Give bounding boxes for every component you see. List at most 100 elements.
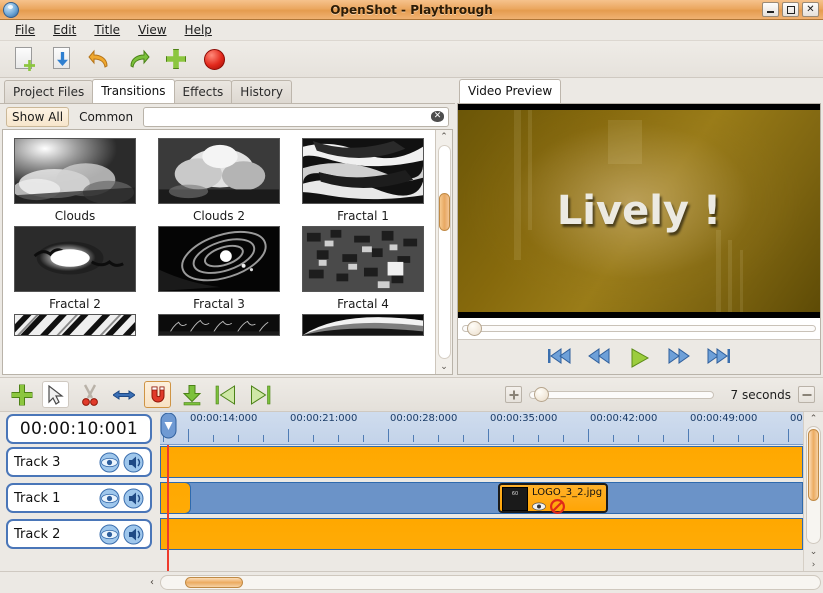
speaker-icon[interactable] xyxy=(123,488,144,509)
scroll-down-icon[interactable]: ⌄ xyxy=(436,360,453,374)
transition-item[interactable]: Fractal 4 xyxy=(299,226,427,311)
track-lane[interactable]: 60 LOGO_3_2.jpg xyxy=(160,482,803,514)
track-clip-fill[interactable] xyxy=(160,446,803,478)
fast-forward-button[interactable] xyxy=(666,348,692,366)
eye-icon[interactable] xyxy=(99,452,120,473)
previous-marker-button[interactable] xyxy=(212,381,239,408)
zoom-slider[interactable] xyxy=(529,391,714,399)
tab-video-preview[interactable]: Video Preview xyxy=(459,79,561,103)
track-header-inner[interactable]: Track 1 xyxy=(6,483,152,513)
menu-help[interactable]: Help xyxy=(176,21,221,39)
scroll-up-icon[interactable]: ⌃ xyxy=(810,412,818,425)
tab-history[interactable]: History xyxy=(231,80,292,103)
snapping-toggle-button[interactable] xyxy=(144,381,171,408)
scroll-up-icon[interactable]: ⌃ xyxy=(436,130,453,144)
export-video-button[interactable] xyxy=(200,45,228,73)
redo-button[interactable] xyxy=(124,45,152,73)
transition-label: Fractal 2 xyxy=(11,297,139,311)
menu-view[interactable]: View xyxy=(129,21,175,39)
video-surface[interactable]: Lively ! xyxy=(458,104,820,318)
undo-button[interactable] xyxy=(86,45,114,73)
chevron-left-icon[interactable]: ‹ xyxy=(150,577,154,588)
scroll-track[interactable] xyxy=(438,145,451,359)
maximize-button[interactable] xyxy=(782,2,799,17)
tab-project-files[interactable]: Project Files xyxy=(4,80,93,103)
transition-item[interactable] xyxy=(11,314,139,336)
resize-tool-button[interactable] xyxy=(110,381,137,408)
zoom-in-button[interactable] xyxy=(505,386,522,403)
scroll-thumb[interactable] xyxy=(439,193,450,231)
timeline-clip[interactable]: 60 LOGO_3_2.jpg xyxy=(498,483,608,513)
rewind-button[interactable] xyxy=(586,348,612,366)
timeline-horizontal-scrollbar[interactable]: ‹ xyxy=(0,571,823,593)
add-files-button[interactable] xyxy=(162,45,190,73)
transition-item[interactable]: Clouds xyxy=(11,138,139,223)
track-row: Track 3 xyxy=(0,445,803,479)
speaker-icon[interactable] xyxy=(123,524,144,545)
skip-to-end-button[interactable] xyxy=(706,348,732,366)
show-all-button[interactable]: Show All xyxy=(6,107,69,127)
transition-item[interactable]: Fractal 1 xyxy=(299,138,427,223)
tab-effects[interactable]: Effects xyxy=(174,80,233,103)
search-input[interactable] xyxy=(148,110,431,124)
ruler-tick-minor xyxy=(363,435,364,442)
transition-item[interactable]: Fractal 3 xyxy=(155,226,283,311)
play-button[interactable] xyxy=(626,348,652,366)
menu-edit[interactable]: Edit xyxy=(44,21,85,39)
ruler-tick-major xyxy=(588,429,589,442)
seek-slider[interactable] xyxy=(462,325,816,332)
speaker-icon[interactable] xyxy=(123,452,144,473)
razor-tool-button[interactable] xyxy=(76,381,103,408)
track-header-inner[interactable]: Track 2 xyxy=(6,519,152,549)
track-name-label: Track 3 xyxy=(14,455,96,470)
scroll-track[interactable] xyxy=(806,426,821,544)
timeline-ruler[interactable]: 00:00:14:000 00:00:21:000 00:00:28:000 0… xyxy=(160,412,803,445)
track-header-inner[interactable]: Track 3 xyxy=(6,447,152,477)
zoom-out-button[interactable] xyxy=(798,386,815,403)
zoom-slider-handle[interactable] xyxy=(534,387,549,402)
hscroll-thumb[interactable] xyxy=(185,577,243,588)
track-clip-start[interactable] xyxy=(160,482,191,514)
tab-transitions[interactable]: Transitions xyxy=(92,79,174,103)
transition-item[interactable]: Fractal 2 xyxy=(11,226,139,311)
seek-handle[interactable] xyxy=(467,321,482,336)
track-selected-region[interactable] xyxy=(160,482,803,514)
new-project-button[interactable] xyxy=(10,45,38,73)
open-project-button[interactable] xyxy=(48,45,76,73)
track-clip-fill[interactable] xyxy=(160,518,803,550)
scroll-right-icon[interactable]: › xyxy=(812,558,816,571)
hscroll-track[interactable] xyxy=(160,575,821,590)
menu-title[interactable]: Title xyxy=(85,21,129,39)
hscroll-left-arrow[interactable]: ‹ xyxy=(0,577,160,588)
minimize-button[interactable] xyxy=(762,2,779,17)
timeline-vertical-scrollbar[interactable]: ⌃ ⌄ › xyxy=(803,412,823,571)
scroll-down-icon[interactable]: ⌄ xyxy=(810,545,818,558)
playhead-handle[interactable] xyxy=(160,413,177,441)
track-row: Track 1 60 LOGO_3_2 xyxy=(0,481,803,515)
track-lane[interactable] xyxy=(160,446,803,478)
scroll-thumb[interactable] xyxy=(808,429,819,501)
window-title: OpenShot - Playthrough xyxy=(0,3,823,17)
track-lane[interactable] xyxy=(160,518,803,550)
eye-icon[interactable] xyxy=(99,524,120,545)
menu-file[interactable]: File xyxy=(6,21,44,39)
transition-item[interactable]: Clouds 2 xyxy=(155,138,283,223)
transition-item[interactable] xyxy=(155,314,283,336)
close-button[interactable]: ✕ xyxy=(802,2,819,17)
library-vertical-scrollbar[interactable]: ⌃ ⌄ xyxy=(435,130,452,374)
timecode-display[interactable]: 00:00:10:001 xyxy=(6,414,152,444)
search-box[interactable]: ✕ xyxy=(143,107,449,127)
no-audio-icon[interactable] xyxy=(550,499,565,514)
next-marker-button[interactable] xyxy=(246,381,273,408)
eye-icon[interactable] xyxy=(532,502,546,511)
ruler-tick-minor xyxy=(238,435,239,442)
clear-x-icon[interactable]: ✕ xyxy=(431,111,444,122)
transition-item[interactable] xyxy=(299,314,427,336)
add-track-button[interactable] xyxy=(8,381,35,408)
common-button[interactable]: Common xyxy=(73,107,139,127)
eye-icon[interactable] xyxy=(99,488,120,509)
skip-to-start-button[interactable] xyxy=(546,348,572,366)
add-marker-button[interactable] xyxy=(178,381,205,408)
main-toolbar xyxy=(0,41,823,78)
select-tool-button[interactable] xyxy=(42,381,69,408)
